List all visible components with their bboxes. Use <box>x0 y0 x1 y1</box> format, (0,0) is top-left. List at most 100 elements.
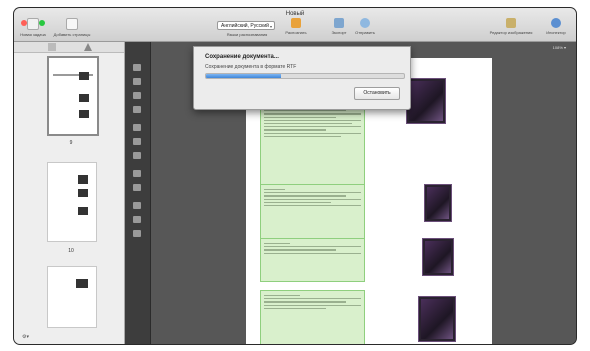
image-editor-icon <box>506 18 516 28</box>
text-line <box>264 295 301 297</box>
page-image <box>425 241 451 273</box>
export-button[interactable]: Экспорт <box>328 18 350 35</box>
recognize-button[interactable]: Распознать <box>282 18 310 35</box>
text-line <box>264 110 347 112</box>
export-label: Экспорт <box>331 30 347 35</box>
cut-area-icon[interactable] <box>133 202 141 209</box>
text-line <box>264 307 326 309</box>
image-editor-label: Редактор изображения <box>489 30 533 35</box>
recognition-area-icon[interactable] <box>133 78 141 85</box>
text-line <box>264 119 361 121</box>
sidebar-tabs <box>14 42 124 53</box>
image-editor-button[interactable]: Редактор изображения <box>489 18 533 35</box>
settings-icon[interactable]: ⚙▾ <box>22 334 29 340</box>
picture-block[interactable] <box>418 296 456 342</box>
send-label: Отправить <box>355 30 375 35</box>
select-tool-icon[interactable] <box>133 64 141 71</box>
text-block[interactable] <box>260 184 365 242</box>
barcode-area-icon[interactable] <box>133 152 141 159</box>
stop-button[interactable]: Остановить <box>354 87 400 100</box>
chevron-down-icon: ▾ <box>269 24 272 29</box>
add-area-icon[interactable] <box>133 184 141 191</box>
thumbnails-view-icon[interactable] <box>48 43 56 51</box>
text-line <box>264 249 337 251</box>
recognize-label: Распознать <box>285 30 307 35</box>
text-line <box>264 122 352 125</box>
text-line <box>264 252 361 254</box>
picture-block[interactable] <box>406 78 446 124</box>
recognize-icon <box>291 18 301 28</box>
table-area-icon[interactable] <box>133 138 141 145</box>
save-progress-fill <box>206 74 282 78</box>
text-line <box>264 116 337 118</box>
page-image <box>409 81 443 121</box>
text-line <box>264 304 361 306</box>
thumb-image <box>79 110 89 118</box>
new-document-icon <box>27 18 39 30</box>
inspector-button[interactable]: Инспектор <box>541 18 571 35</box>
text-line <box>264 192 361 194</box>
page-thumbnail[interactable] <box>47 56 99 136</box>
add-pages-icon <box>66 18 78 30</box>
info-icon <box>551 18 561 28</box>
warnings-icon[interactable] <box>84 43 92 51</box>
merge-icon[interactable] <box>133 230 141 237</box>
thumb-image <box>78 175 88 184</box>
recognition-language-label: Языки распознавания <box>226 32 268 37</box>
image-tools-strip <box>125 42 151 344</box>
page-image <box>427 187 449 219</box>
page-thumbnail[interactable] <box>47 266 97 328</box>
thumb-image <box>79 94 89 102</box>
text-line <box>264 301 347 303</box>
thumb-image <box>78 189 88 197</box>
text-block[interactable] <box>260 102 365 194</box>
text-line <box>264 129 326 131</box>
page-thumbnail[interactable] <box>47 162 97 242</box>
add-pages-label: Добавить страницы <box>53 32 91 37</box>
text-line <box>264 201 331 203</box>
send-icon <box>360 18 370 28</box>
grid-icon[interactable] <box>133 216 141 223</box>
export-icon <box>334 18 344 28</box>
text-line <box>264 246 361 248</box>
thumb-image <box>78 207 88 215</box>
thumb-image <box>79 72 89 80</box>
text-line <box>264 298 361 300</box>
window-title: Новый <box>285 11 305 17</box>
text-line <box>264 132 361 134</box>
add-pages-button[interactable]: Добавить страницы <box>52 18 92 37</box>
new-task-label: Новая задача <box>20 32 46 37</box>
page-number: 9 <box>69 140 73 146</box>
language-select[interactable]: Английский, Русский ▾ <box>217 21 275 30</box>
language-select-value: Английский, Русский <box>221 23 269 29</box>
new-task-button[interactable]: Новая задача <box>18 18 48 37</box>
text-line <box>264 195 347 197</box>
picture-block[interactable] <box>424 184 452 222</box>
save-progress-dialog: Сохранение документа... Сохранение докум… <box>193 46 411 110</box>
pointer-icon[interactable] <box>133 124 141 131</box>
page-image <box>421 299 453 339</box>
picture-area-icon[interactable] <box>133 106 141 113</box>
text-area-icon[interactable] <box>133 92 141 99</box>
toolbar: Новый Новая задача Добавить страницы Анг… <box>14 8 576 42</box>
page-number: 10 <box>68 248 74 254</box>
text-line <box>264 135 342 137</box>
pages-sidebar: 9 10 ⚙▾ <box>14 42 125 344</box>
zoom-level: 108% <box>552 45 563 50</box>
dialog-subtitle: Сохранение документа в формате RTF <box>205 64 297 70</box>
text-line <box>264 204 361 207</box>
save-progress-bar <box>205 73 405 79</box>
zoom-select[interactable]: 108% ▾ <box>553 45 566 50</box>
text-line <box>264 243 290 245</box>
picture-block[interactable] <box>422 238 454 276</box>
text-block[interactable] <box>260 238 365 282</box>
send-button[interactable]: Отправить <box>352 18 378 35</box>
thumb-image <box>76 279 88 288</box>
inspector-label: Инспектор <box>546 30 566 35</box>
text-line <box>264 189 285 191</box>
text-block[interactable] <box>260 290 365 344</box>
dialog-title: Сохранение документа... <box>205 54 279 60</box>
text-line <box>264 113 361 115</box>
text-line <box>264 198 361 200</box>
background-area-icon[interactable] <box>133 170 141 177</box>
